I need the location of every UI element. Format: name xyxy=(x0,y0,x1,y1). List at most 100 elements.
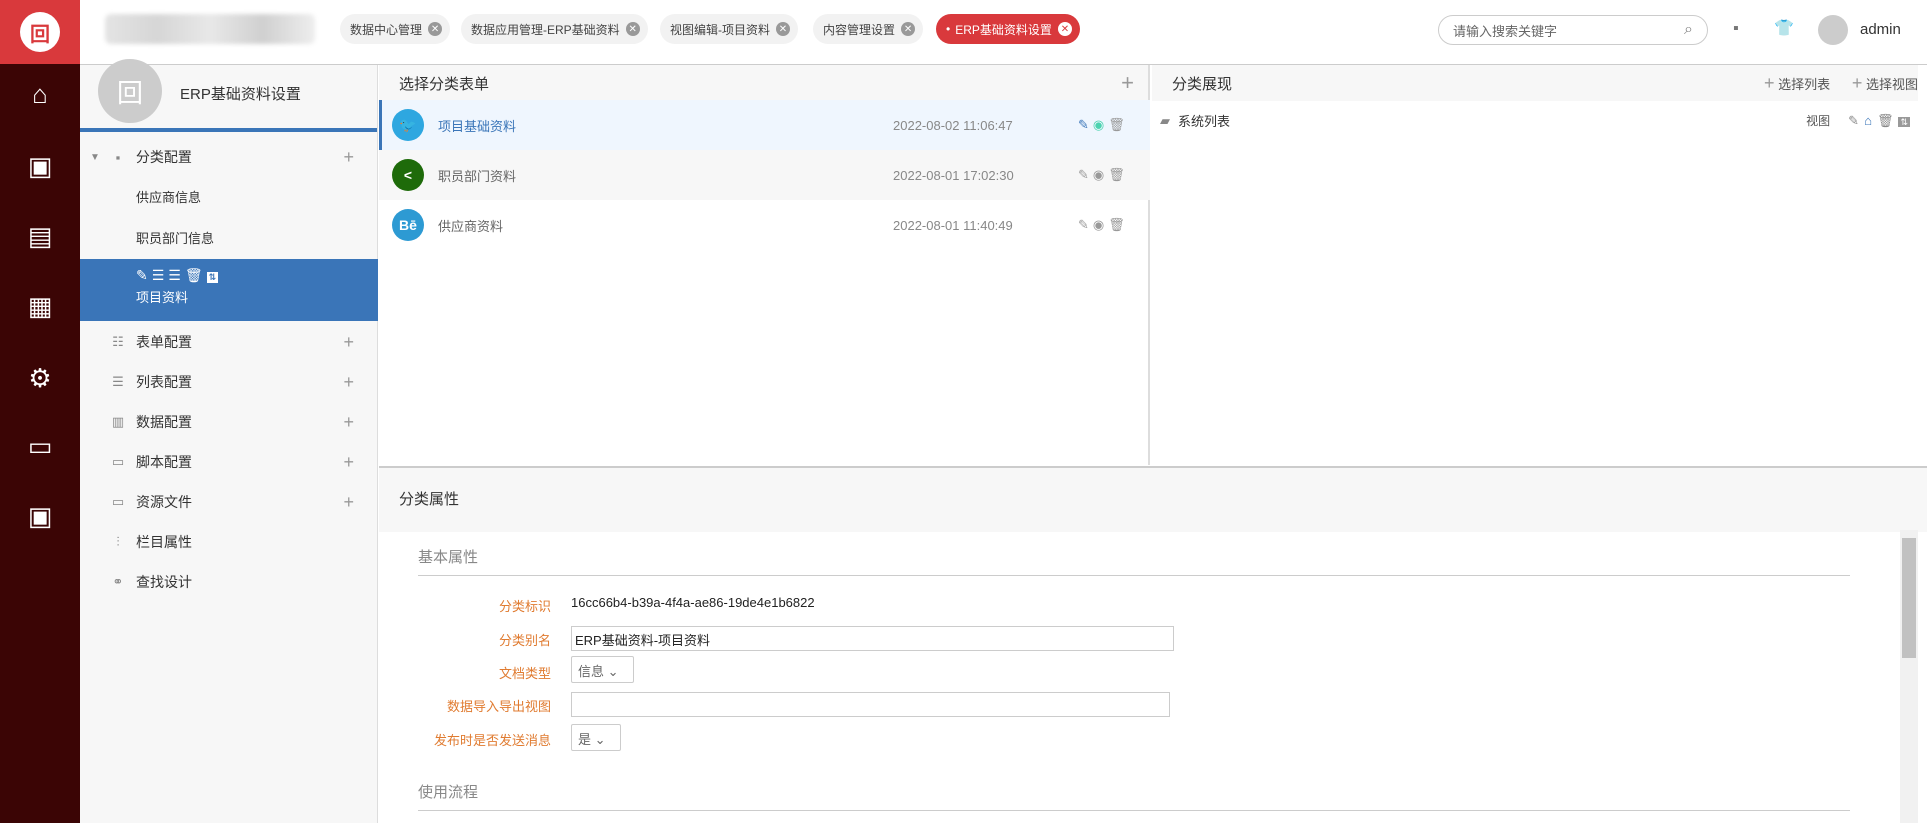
add-icon: + xyxy=(1851,72,1863,93)
theme-shirt-icon[interactable]: 👕 xyxy=(1774,18,1794,38)
tree-item-supplier[interactable]: 供应商信息 xyxy=(80,181,378,211)
tab-label: 数据中心管理 xyxy=(350,22,423,37)
close-icon[interactable]: ✕ xyxy=(1057,22,1072,36)
chevron-down-icon: ⌄ xyxy=(594,732,606,747)
table-row[interactable]: Bē 供应商资料 2022-08-01 11:40:49 ✎◉🗑 xyxy=(379,200,1150,250)
notify-select[interactable]: 是 ⌄ xyxy=(571,724,621,751)
item-toolbar: ✎☰☰🗑 ⇅ xyxy=(136,267,378,284)
sidebar-item-data-config[interactable]: ▥ 数据配置 + xyxy=(80,407,378,437)
view-icon[interactable]: ◉ xyxy=(1093,167,1108,182)
calendar-icon[interactable]: ▦ xyxy=(0,286,80,326)
form-date: 2022-08-01 17:02:30 xyxy=(893,167,1014,183)
tab-erp-settings[interactable]: • ERP基础资料设置 ✕ xyxy=(936,14,1080,44)
tree-item-project-selected[interactable]: ✎☰☰🗑 ⇅ 项目资料 xyxy=(80,259,378,321)
behance-icon: Bē xyxy=(392,209,424,241)
tab-content-mgmt[interactable]: 内容管理设置 ✕ xyxy=(813,14,924,44)
tree-group-category[interactable]: ▼ ▪ 分类配置 + xyxy=(80,142,378,172)
button-label: 选择列表 xyxy=(1778,76,1831,92)
folder-icon: ▰ xyxy=(1160,112,1170,128)
tree-label: 项目资料 xyxy=(136,290,189,305)
tab-data-center[interactable]: 数据中心管理 ✕ xyxy=(340,14,451,44)
close-icon[interactable]: ✕ xyxy=(776,22,790,36)
delete-icon[interactable]: 🗑 xyxy=(1877,113,1899,128)
close-icon[interactable]: ✕ xyxy=(428,22,443,36)
terminal-icon: ▭ xyxy=(111,454,125,469)
view-icon[interactable]: ◉ xyxy=(1093,217,1108,232)
sort-icon[interactable]: ⇅ xyxy=(206,272,219,283)
add-icon[interactable]: + xyxy=(343,452,354,473)
table-row[interactable]: 🐦 项目基础资料 2022-08-02 11:06:47 ✎◉🗑 xyxy=(379,100,1150,150)
sidebar-item-form-config[interactable]: ☷ 表单配置 + xyxy=(80,327,378,357)
user-screen-icon[interactable]: ▣ xyxy=(0,146,80,186)
add-icon[interactable]: + xyxy=(343,492,354,513)
edit-form-icon[interactable]: ✎ xyxy=(1078,217,1093,232)
share-icon: < xyxy=(392,159,424,191)
username[interactable]: admin xyxy=(1860,21,1901,38)
tab-data-app[interactable]: 数据应用管理-ERP基础资料 ✕ xyxy=(461,14,648,44)
panel-title: 分类展现 xyxy=(1172,75,1233,93)
add-icon[interactable]: + xyxy=(343,372,354,393)
scrollbar-thumb[interactable] xyxy=(1902,538,1916,658)
delete-icon[interactable]: 🗑 xyxy=(185,267,207,283)
panel-title: 分类属性 xyxy=(379,468,1927,532)
tree-label: 供应商信息 xyxy=(136,189,202,205)
edit-icon[interactable]: ✎ xyxy=(136,267,152,283)
view-icon[interactable]: ◉ xyxy=(1093,117,1108,132)
user-settings-icon[interactable]: ⚙ xyxy=(0,358,80,398)
home-icon[interactable]: ⌂ xyxy=(0,74,80,114)
tree-item-staff[interactable]: 职员部门信息 xyxy=(80,222,378,252)
form-list-panel: 选择分类表单 + 🐦 项目基础资料 2022-08-02 11:06:47 ✎◉🗑… xyxy=(379,65,1150,465)
tree-label: 脚本配置 xyxy=(136,454,192,470)
edit-form-icon[interactable]: ✎ xyxy=(1078,117,1093,132)
add-icon[interactable]: + xyxy=(1121,70,1134,96)
doctype-select[interactable]: 信息 ⌄ xyxy=(571,656,634,683)
io-view-input[interactable] xyxy=(571,692,1170,717)
add-icon[interactable]: + xyxy=(343,412,354,433)
list-item[interactable]: ▰ 系统列表 视图 ✎⌂🗑 ⇅ xyxy=(1160,111,1910,130)
tab-view-edit[interactable]: 视图编辑-项目资料 ✕ xyxy=(660,14,798,44)
caret-down-icon[interactable]: ▼ xyxy=(90,152,100,163)
tree-label: 数据配置 xyxy=(136,414,192,430)
close-icon[interactable]: ✕ xyxy=(901,22,916,36)
delete-icon[interactable]: 🗑 xyxy=(1108,217,1129,232)
sidebar-item-search-design[interactable]: ⚭ 查找设计 xyxy=(80,567,378,597)
select-value: 是 xyxy=(578,732,592,747)
outdent-icon[interactable]: ☰ xyxy=(168,267,185,283)
sidebar-item-script-config[interactable]: ▭ 脚本配置 + xyxy=(80,447,378,477)
form-icon: ☷ xyxy=(112,334,124,349)
avatar[interactable] xyxy=(1818,15,1848,45)
service-icon[interactable]: ▣ xyxy=(0,496,80,536)
field-label: 文档类型 xyxy=(498,666,551,681)
sidebar-item-column-props[interactable]: ⫶ 栏目属性 xyxy=(80,527,378,557)
news-icon[interactable]: ▤ xyxy=(0,216,80,256)
field-label: 分类标识 xyxy=(498,599,551,614)
message-icon[interactable]: ▪ xyxy=(1733,20,1739,38)
tab-label: ERP基础资料设置 xyxy=(955,22,1052,37)
tree-label: 分类配置 xyxy=(135,149,192,165)
add-icon[interactable]: + xyxy=(343,147,354,168)
select-view-button[interactable]: + 选择视图 xyxy=(1852,73,1918,93)
sidebar-item-resource-files[interactable]: ▭ 资源文件 + xyxy=(80,487,378,517)
sidebar-item-list-config[interactable]: ☰ 列表配置 + xyxy=(80,367,378,397)
app-logo[interactable]: 回 xyxy=(0,0,80,64)
sort-icon[interactable]: ⇅ xyxy=(1898,116,1910,127)
select-list-button[interactable]: + 选择列表 xyxy=(1764,73,1831,93)
edit-icon[interactable]: ✎ xyxy=(1848,113,1864,128)
list-icon: ☰ xyxy=(112,374,124,389)
field-label: 数据导入导出视图 xyxy=(446,699,551,714)
search-icon[interactable]: ⌕ xyxy=(1684,21,1693,39)
indent-icon[interactable]: ☰ xyxy=(152,267,169,283)
alias-input[interactable]: ERP基础资料-项目资料 xyxy=(571,626,1174,651)
close-icon[interactable]: ✕ xyxy=(625,22,640,36)
form-date: 2022-08-01 11:40:49 xyxy=(893,217,1013,233)
delete-icon[interactable]: 🗑 xyxy=(1108,117,1129,132)
panel-title: 选择分类表单 xyxy=(399,75,490,93)
home-icon[interactable]: ⌂ xyxy=(1864,113,1877,128)
search-input[interactable]: 请输入搜索关键字 ⌕ xyxy=(1438,15,1708,45)
edit-form-icon[interactable]: ✎ xyxy=(1078,167,1093,182)
delete-icon[interactable]: 🗑 xyxy=(1108,167,1129,182)
tab-label: 内容管理设置 xyxy=(823,22,896,37)
add-icon[interactable]: + xyxy=(343,332,354,353)
table-row[interactable]: < 职员部门资料 2022-08-01 17:02:30 ✎◉🗑 xyxy=(379,150,1150,200)
monitor-flow-icon[interactable]: ▭ xyxy=(0,426,80,466)
